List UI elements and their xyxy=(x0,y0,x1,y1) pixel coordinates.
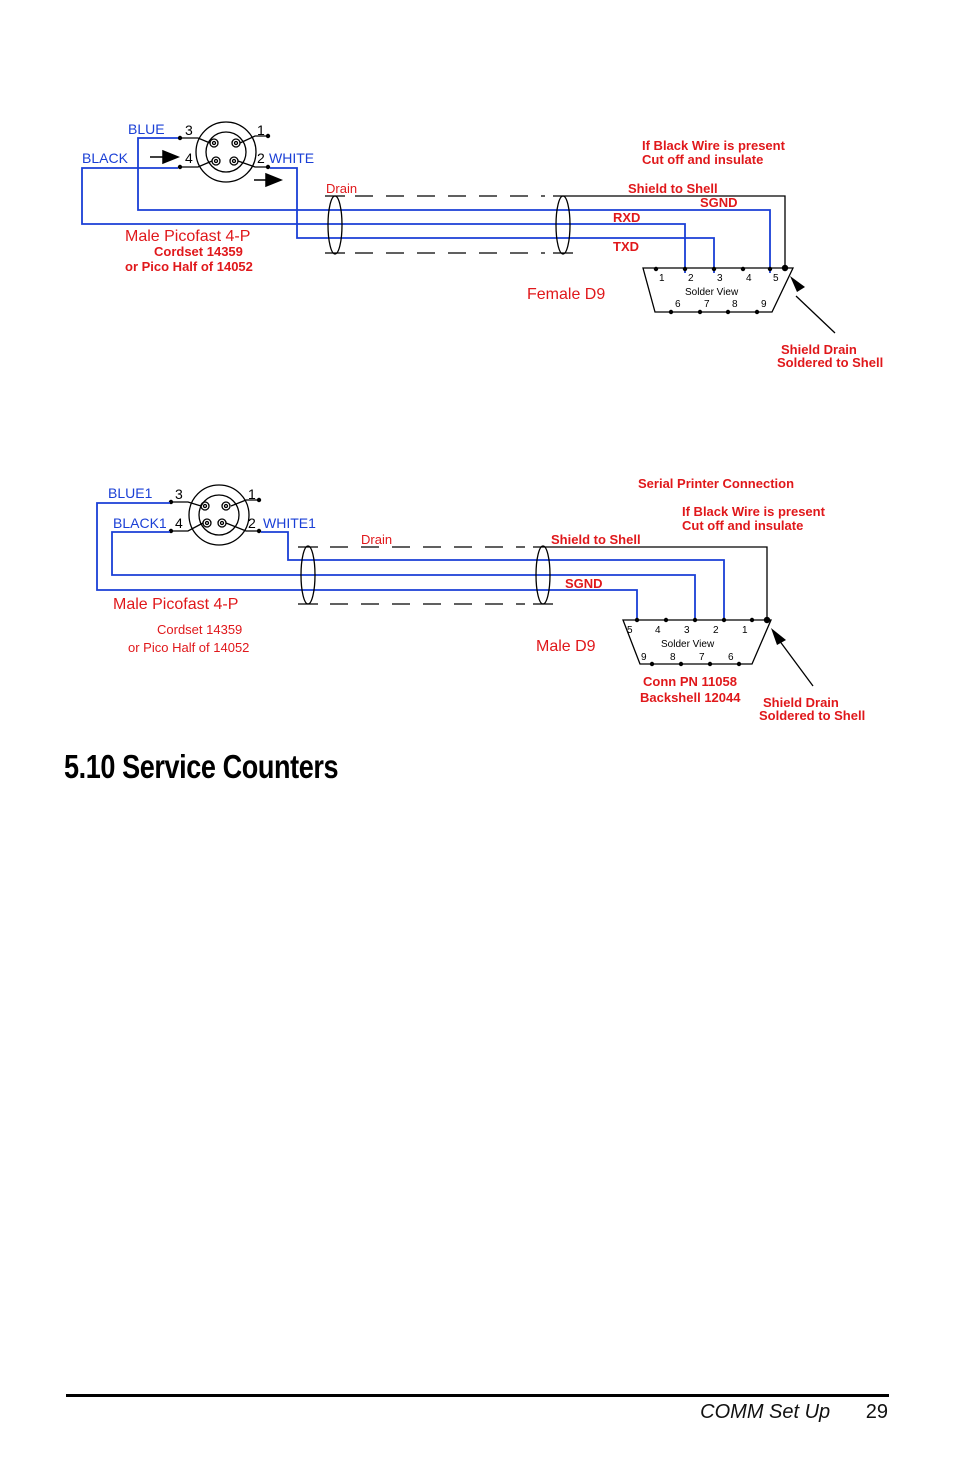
note-line2: Cut off and insulate xyxy=(642,152,763,167)
shield-to-shell-label: Shield to Shell xyxy=(551,532,641,547)
pin-label: 1 xyxy=(248,486,256,502)
pin-label: 3 xyxy=(175,486,183,502)
pin-label: 1 xyxy=(257,122,265,138)
d9-pin-label: 4 xyxy=(746,273,752,284)
pointer-arrow-icon xyxy=(790,276,805,292)
shield-wire xyxy=(573,195,786,268)
d9-pin-label: 5 xyxy=(627,625,633,636)
d9-pin-label: 2 xyxy=(713,625,719,636)
wire-label-black: BLACK xyxy=(82,150,129,166)
shield-to-shell-label: Shield to Shell xyxy=(628,181,718,196)
pin-label: 4 xyxy=(185,150,193,166)
d9-pin-label: 6 xyxy=(675,299,681,310)
picofast-connector-outer xyxy=(195,121,257,183)
d9-label: Female D9 xyxy=(527,286,605,303)
sgnd-label: SGND xyxy=(565,576,603,591)
conn-pn-label: Conn PN 11058 xyxy=(643,674,737,689)
picofast-connector-outer xyxy=(188,484,250,546)
wiring-diagram-male-d9: BLUE1 BLACK1 WHITE1 3 1 4 2 Male Picofas… xyxy=(96,476,865,723)
page-number: 29 xyxy=(865,1401,888,1423)
d9-pin-label: 1 xyxy=(742,625,748,636)
pin-label: 2 xyxy=(248,515,256,531)
wire-label-blue: BLUE1 xyxy=(108,485,153,501)
pin-label: 4 xyxy=(175,515,183,531)
footer-rule xyxy=(66,1394,889,1397)
d9-pin-label: 5 xyxy=(773,273,779,284)
page-footer: COMM Set Up 29 xyxy=(700,1401,888,1424)
diagram-title: Serial Printer Connection xyxy=(638,476,794,491)
txd-label: TXD xyxy=(613,239,639,254)
pin-label: 2 xyxy=(257,150,265,166)
solder-view-label: Solder View xyxy=(661,639,715,650)
d9-pin-label: 8 xyxy=(732,299,738,310)
note-line2: Cut off and insulate xyxy=(682,518,803,533)
d9-label: Male D9 xyxy=(536,638,596,655)
connector-title: Male Picofast 4-P xyxy=(125,228,250,245)
d9-pin-label: 7 xyxy=(704,299,710,310)
d9-pin-label: 9 xyxy=(761,299,767,310)
d9-pin-label: 8 xyxy=(670,652,676,663)
cordset-label: Cordset 14359 xyxy=(154,244,243,259)
d9-pin-label: 2 xyxy=(688,273,694,284)
note-line1: If Black Wire is present xyxy=(682,504,826,519)
pointer-arrow-icon xyxy=(771,628,786,645)
cordset-label: Cordset 14359 xyxy=(157,622,242,637)
d9-pin-label: 6 xyxy=(728,652,734,663)
drain-label: Drain xyxy=(361,532,392,547)
wire-label-white: WHITE1 xyxy=(263,515,316,531)
rxd-label: RXD xyxy=(613,210,640,225)
sgnd-label: SGND xyxy=(700,195,738,210)
wire-label-black: BLACK1 xyxy=(113,515,167,531)
footer-section-title: COMM Set Up xyxy=(700,1401,831,1423)
backshell-label: Backshell 12044 xyxy=(640,690,741,705)
shield-drain-line2: Soldered to Shell xyxy=(759,708,865,723)
wire-label-blue: BLUE xyxy=(128,121,165,137)
d9-pin-label: 4 xyxy=(655,625,661,636)
d9-pin-label: 9 xyxy=(641,652,647,663)
d9-pin-label: 3 xyxy=(684,625,690,636)
drain-label: Drain xyxy=(326,181,357,196)
pico-half-label: or Pico Half of 14052 xyxy=(128,640,249,655)
wiring-diagram-female-d9: BLUE BLACK WHITE 3 1 4 2 Male Picofast 4… xyxy=(81,121,883,370)
d9-pin-label: 1 xyxy=(659,273,665,284)
pin-label: 3 xyxy=(185,122,193,138)
connector-title: Male Picofast 4-P xyxy=(113,596,238,613)
d9-pin-label: 3 xyxy=(717,273,723,284)
solder-view-label: Solder View xyxy=(685,287,739,298)
wire-label-white: WHITE xyxy=(269,150,314,166)
section-heading: 5.10 Service Counters xyxy=(64,748,339,785)
pico-half-label: or Pico Half of 14052 xyxy=(125,259,253,274)
shield-drain-line2: Soldered to Shell xyxy=(777,355,883,370)
note-line1: If Black Wire is present xyxy=(642,138,786,153)
d9-pin-label: 7 xyxy=(699,652,705,663)
